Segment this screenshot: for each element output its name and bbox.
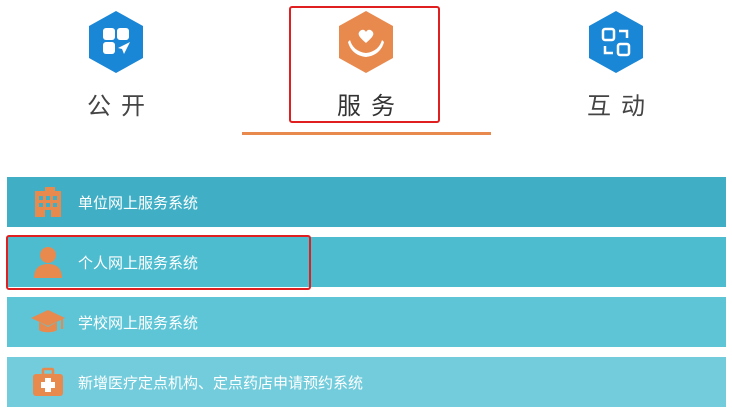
menu-item-label: 学校网上服务系统 [78,314,199,332]
menu-item-label: 新增医疗定点机构、定点药店申请预约系统 [78,374,364,392]
tab-public-label: 公开 [87,93,155,120]
menu-item-unit[interactable]: 单位网上服务系统 [7,177,726,227]
menu-item-label: 单位网上服务系统 [78,194,199,212]
tab-interact[interactable]: 互动 [526,0,706,130]
graduation-cap-icon [24,302,72,342]
swap-icon [589,11,643,73]
active-tab-underline [242,132,491,135]
tab-public[interactable]: 公开 [26,0,206,130]
menu-item-school[interactable]: 学校网上服务系统 [7,297,726,347]
top-tab-bar: 公开 服务 互动 [0,0,732,140]
gov-app-icon [89,11,143,73]
personal-item-highlight [6,235,311,290]
menu-item-medical[interactable]: 新增医疗定点机构、定点药店申请预约系统 [7,357,726,407]
building-icon [24,182,72,222]
medical-kit-icon [24,362,72,402]
service-tab-highlight [289,6,440,123]
tab-interact-label: 互动 [587,93,655,120]
